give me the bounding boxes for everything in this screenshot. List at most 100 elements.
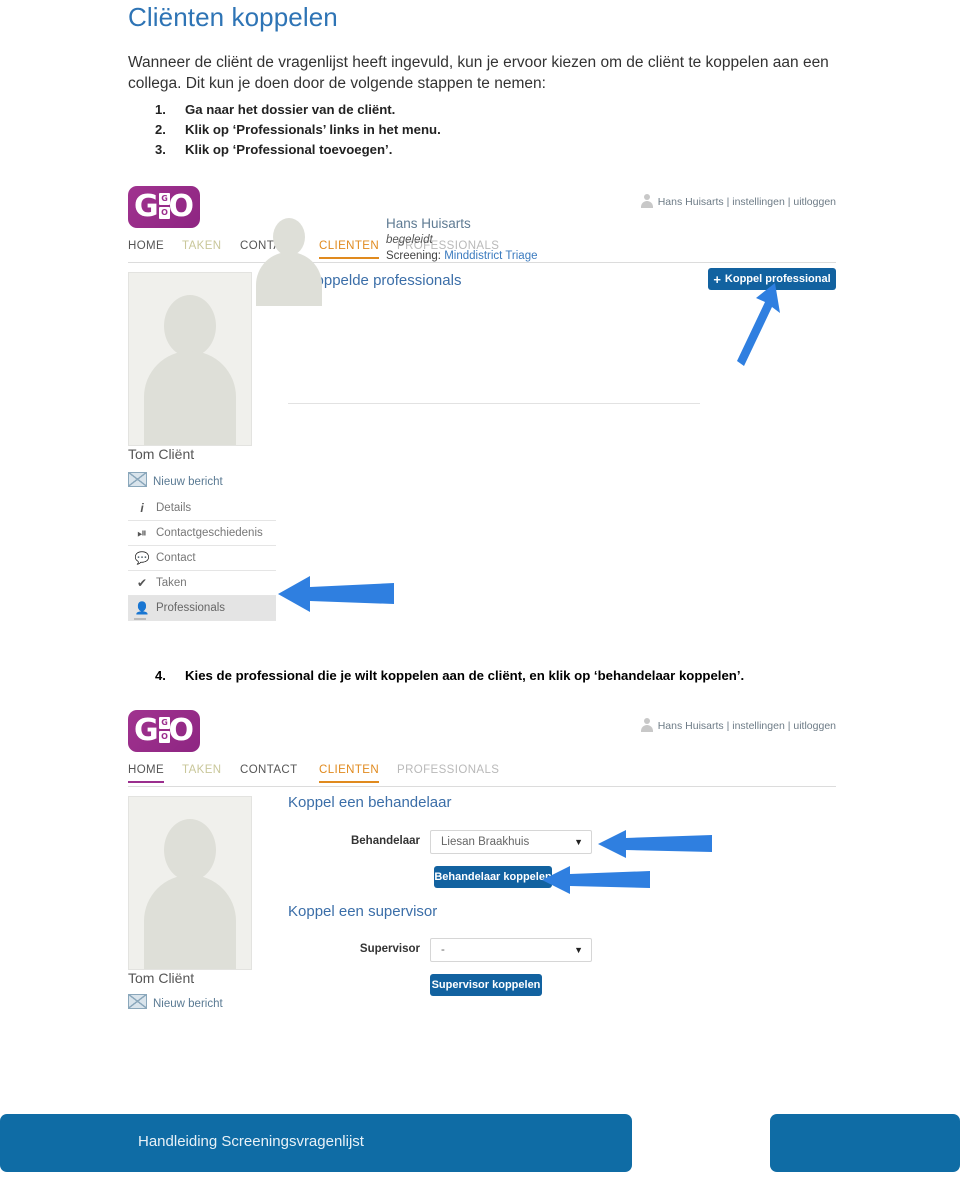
- list-item: 3. Klik op ‘Professional toevoegen’.: [155, 140, 845, 160]
- separator: |: [726, 196, 730, 208]
- supervisor-koppelen-button[interactable]: Supervisor koppelen: [430, 974, 542, 996]
- main-nav: HOME TAKEN CONTACT CLIENTEN PROFESSIONAL…: [128, 764, 836, 787]
- behandelaar-selected-value: Liesan Braakhuis: [441, 836, 530, 848]
- section-heading-koppel-behandelaar: Koppel een behandelaar: [288, 794, 452, 811]
- logo-letter-g: G: [134, 189, 159, 224]
- sidebar-item-contact[interactable]: 💬 Contact: [128, 546, 276, 571]
- sidebar-item-taken[interactable]: ✔ Taken: [128, 571, 276, 596]
- go-logo: G G O O: [128, 710, 200, 752]
- sidebar-item-details[interactable]: i Details: [128, 496, 276, 521]
- nav-item-professionals[interactable]: PROFESSIONALS: [397, 764, 499, 781]
- go-logo: G G O O: [128, 186, 200, 228]
- sidebar-item-label: Taken: [156, 577, 187, 589]
- nav-item-home[interactable]: HOME: [128, 240, 164, 257]
- nav-item-clienten[interactable]: CLIENTEN: [319, 240, 380, 259]
- supervisor-label: Supervisor: [359, 943, 420, 955]
- avatar-head: [164, 295, 216, 357]
- document-page: Cliënten koppelen Wanneer de cliënt de v…: [0, 0, 960, 1178]
- behandelaar-label: Behandelaar: [350, 835, 420, 847]
- avatar-body: [144, 875, 236, 969]
- step-4: 4. Kies de professional die je wilt kopp…: [155, 668, 855, 683]
- nav-item-taken[interactable]: TAKEN: [182, 764, 222, 781]
- step-number: 4.: [155, 668, 166, 683]
- screening-link[interactable]: Minddistrict Triage: [444, 250, 537, 262]
- nav-item-clienten[interactable]: CLIENTEN: [319, 764, 380, 783]
- user-name: Hans Huisarts: [657, 720, 724, 732]
- sidebar-item-contactgeschiedenis[interactable]: ⏯ Contactgeschiedenis: [128, 521, 276, 546]
- step-number: 2.: [155, 122, 166, 137]
- professional-avatar: [256, 218, 322, 306]
- step-number: 1.: [155, 102, 166, 117]
- behandelaar-select[interactable]: Liesan Braakhuis ▼: [430, 830, 592, 854]
- list-item: 1. Ga naar het dossier van de cliënt.: [155, 100, 845, 120]
- annotation-arrow-professionals-menu: [278, 576, 394, 612]
- user-name: Hans Huisarts: [657, 196, 724, 208]
- section-heading-koppel-supervisor: Koppel een supervisor: [288, 903, 438, 920]
- sidebar-item-professionals[interactable]: 👤 Professionals: [128, 596, 276, 621]
- plus-icon: +: [713, 271, 721, 287]
- step-text: Kies de professional die je wilt koppele…: [185, 668, 745, 683]
- client-name: Tom Cliënt: [128, 970, 195, 986]
- logo-letter-o: O: [168, 713, 194, 748]
- info-icon: i: [140, 501, 144, 515]
- supervisor-select[interactable]: - ▼: [430, 938, 592, 962]
- nav-item-home[interactable]: HOME: [128, 764, 165, 783]
- separator: |: [726, 720, 730, 732]
- chevron-down-icon: ▼: [574, 837, 583, 847]
- user-bar: Hans Huisarts | instellingen | uitloggen: [640, 194, 836, 208]
- professional-name: Hans Huisarts: [386, 216, 471, 231]
- sidebar-item-label: Contact: [156, 552, 196, 564]
- behandelaar-koppelen-button[interactable]: Behandelaar koppelen: [434, 866, 552, 888]
- settings-link[interactable]: instellingen: [732, 196, 785, 208]
- avatar-icon: [640, 194, 654, 208]
- behandelaar-koppelen-label: Behandelaar koppelen: [434, 871, 552, 883]
- intro-paragraph: Wanneer de cliënt de vragenlijst heeft i…: [128, 54, 829, 92]
- client-side-menu: i Details ⏯ Contactgeschiedenis 💬 Contac…: [128, 496, 276, 621]
- annotation-arrow-behandelaar-koppelen: [542, 866, 650, 894]
- avatar-head: [164, 819, 216, 881]
- step-number: 3.: [155, 142, 166, 157]
- footer-bar-side: [770, 1114, 960, 1172]
- avatar-head: [273, 218, 305, 256]
- page-title: Cliënten koppelen: [128, 2, 338, 32]
- new-message-link[interactable]: Nieuw bericht: [128, 472, 223, 488]
- annotation-arrow-koppel-professional: [737, 283, 780, 366]
- divider: [288, 403, 700, 404]
- avatar-icon: [640, 718, 654, 732]
- embedded-screenshot-professionals: G G O O Hans Huisarts | instellingen | u…: [128, 182, 836, 634]
- separator: |: [787, 196, 791, 208]
- step-text: Klik op ‘Professional toevoegen’.: [185, 142, 393, 157]
- nav-item-taken[interactable]: TAKEN: [182, 240, 222, 257]
- step-text: Klik op ‘Professionals’ links in het men…: [185, 122, 441, 137]
- avatar-body: [256, 252, 322, 306]
- new-message-label: Nieuw bericht: [153, 998, 223, 1010]
- avatar-body: [144, 351, 236, 445]
- professional-role: begeleidt: [386, 234, 433, 246]
- sidebar-item-label: Details: [156, 502, 192, 514]
- supervisor-selected-value: -: [441, 944, 445, 956]
- clock-icon: ⏯: [137, 526, 147, 540]
- menu-truncation-mark: [134, 618, 146, 620]
- steps-list: 1. Ga naar het dossier van de cliënt. 2.…: [155, 100, 845, 160]
- logout-link[interactable]: uitloggen: [793, 720, 836, 732]
- client-name: Tom Cliënt: [128, 446, 195, 462]
- client-photo-placeholder: [128, 796, 252, 970]
- new-message-label: Nieuw bericht: [153, 476, 223, 488]
- nav-item-contact[interactable]: CONTACT: [240, 764, 298, 781]
- embedded-screenshot-koppelen: G G O O Hans Huisarts | instellingen | u…: [128, 706, 836, 1016]
- logout-link[interactable]: uitloggen: [793, 196, 836, 208]
- annotation-arrow-behandelaar-select: [598, 830, 712, 858]
- new-message-link[interactable]: Nieuw bericht: [128, 994, 223, 1010]
- settings-link[interactable]: instellingen: [732, 720, 785, 732]
- logo-letter-o: O: [168, 189, 194, 224]
- list-item: 2. Klik op ‘Professionals’ links in het …: [155, 120, 845, 140]
- logo-letter-g: G: [134, 713, 159, 748]
- professional-screening: Screening: Minddistrict Triage: [386, 250, 538, 262]
- screening-label: Screening:: [386, 250, 441, 262]
- step-text: Ga naar het dossier van de cliënt.: [185, 102, 396, 117]
- envelope-icon: [128, 472, 147, 487]
- footer-bar-main: Handleiding Screeningsvragenlijst: [0, 1114, 632, 1172]
- chat-icon: 💬: [134, 551, 150, 565]
- chevron-down-icon: ▼: [574, 945, 583, 955]
- sidebar-item-label: Professionals: [156, 602, 226, 614]
